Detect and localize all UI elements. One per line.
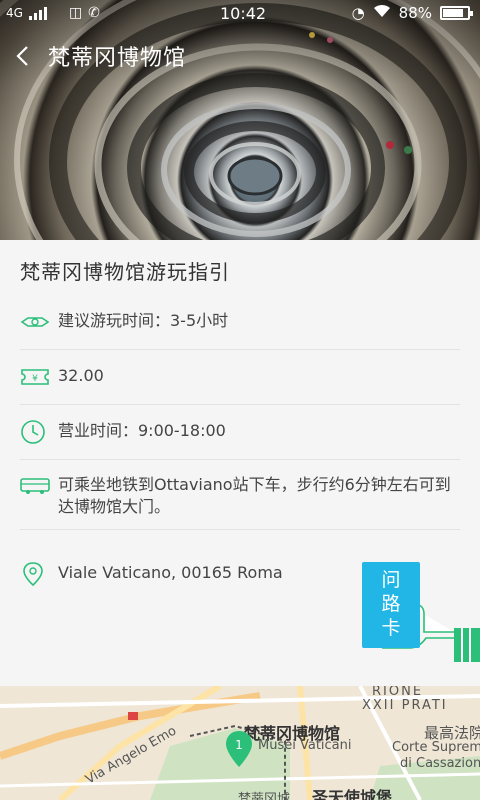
clock-icon [20, 420, 50, 444]
battery-percent: 88% [398, 4, 432, 22]
hero-image: 4G ◫ ✆ 10:42 ◔ 88% 梵蒂冈博物馆 [0, 0, 480, 240]
transport-row: 可乘坐地铁到Ottaviano站下车，步行约6分钟左右可到达博物馆大门。 [20, 474, 460, 530]
opening-hours-text: 营业时间：9:00-18:00 [58, 421, 226, 440]
header-bar: 梵蒂冈博物馆 [0, 36, 480, 76]
network-type: 4G [6, 6, 23, 20]
map-label-cassazione: di Cassazione [400, 756, 480, 771]
battery-icon [440, 6, 473, 20]
ticket-icon: ¥ [20, 365, 50, 389]
duration-icon [20, 310, 50, 334]
map-pin-icon: 1 [226, 731, 252, 767]
svg-text:¥: ¥ [32, 374, 38, 384]
ticket-price-text: 32.00 [58, 366, 104, 385]
map-label-corte: Corte Suprem [392, 740, 480, 755]
visit-duration-row: 建议游玩时间：3-5小时 [20, 310, 460, 350]
transport-text: 可乘坐地铁到Ottaviano站下车，步行约6分钟左右可到达博物馆大门。 [58, 475, 451, 516]
missed-call-icon: ✆ [88, 5, 100, 21]
back-button[interactable] [0, 36, 44, 76]
direction-card-button[interactable]: 问 路 卡 [362, 562, 420, 648]
ticket-price-row: ¥ 32.00 [20, 365, 460, 405]
notification-icon: ◫ [68, 5, 83, 21]
status-bar: 4G ◫ ✆ 10:42 ◔ 88% [0, 0, 480, 28]
map-marker-number: 1 [235, 738, 243, 752]
map-label-prati: XXII PRATI [362, 698, 448, 713]
bus-icon [20, 474, 50, 498]
guide-title: 梵蒂冈博物馆游玩指引 [20, 260, 230, 284]
map-label-musei-vaticani: Musei Vaticani [258, 738, 352, 753]
status-left: 4G ◫ ✆ [6, 5, 100, 21]
opening-hours-row: 营业时间：9:00-18:00 [20, 420, 460, 460]
map-label-partial: 梵蒂冈城 [238, 792, 291, 800]
map-view[interactable]: RIONE XXII PRATI 梵蒂冈博物馆 Musei Vaticani V… [0, 686, 480, 800]
visit-duration-text: 建议游玩时间：3-5小时 [58, 311, 229, 330]
guide-panel: 梵蒂冈博物馆游玩指引 建议游玩时间：3-5小时 ¥ 32.00 营业时间：9:0… [0, 240, 480, 686]
data-saver-icon: ◔ [351, 4, 365, 22]
status-right: ◔ 88% [351, 4, 473, 22]
page-title: 梵蒂冈博物馆 [48, 46, 187, 71]
map-marker[interactable]: 1 [225, 731, 253, 767]
card-char-3: 卡 [381, 617, 401, 639]
card-char-1: 问 [381, 569, 401, 591]
location-icon [20, 562, 50, 587]
direction-card-widget: 问 路 卡 [362, 562, 480, 662]
status-time: 10:42 [220, 4, 267, 23]
chevron-left-icon [16, 46, 28, 66]
card-char-2: 路 [381, 593, 401, 615]
address-text: Viale Vaticano, 00165 Roma [58, 563, 283, 582]
map-label-castel: 圣天使城堡 [312, 788, 393, 800]
signal-icon [28, 6, 47, 20]
wifi-icon [373, 4, 391, 22]
